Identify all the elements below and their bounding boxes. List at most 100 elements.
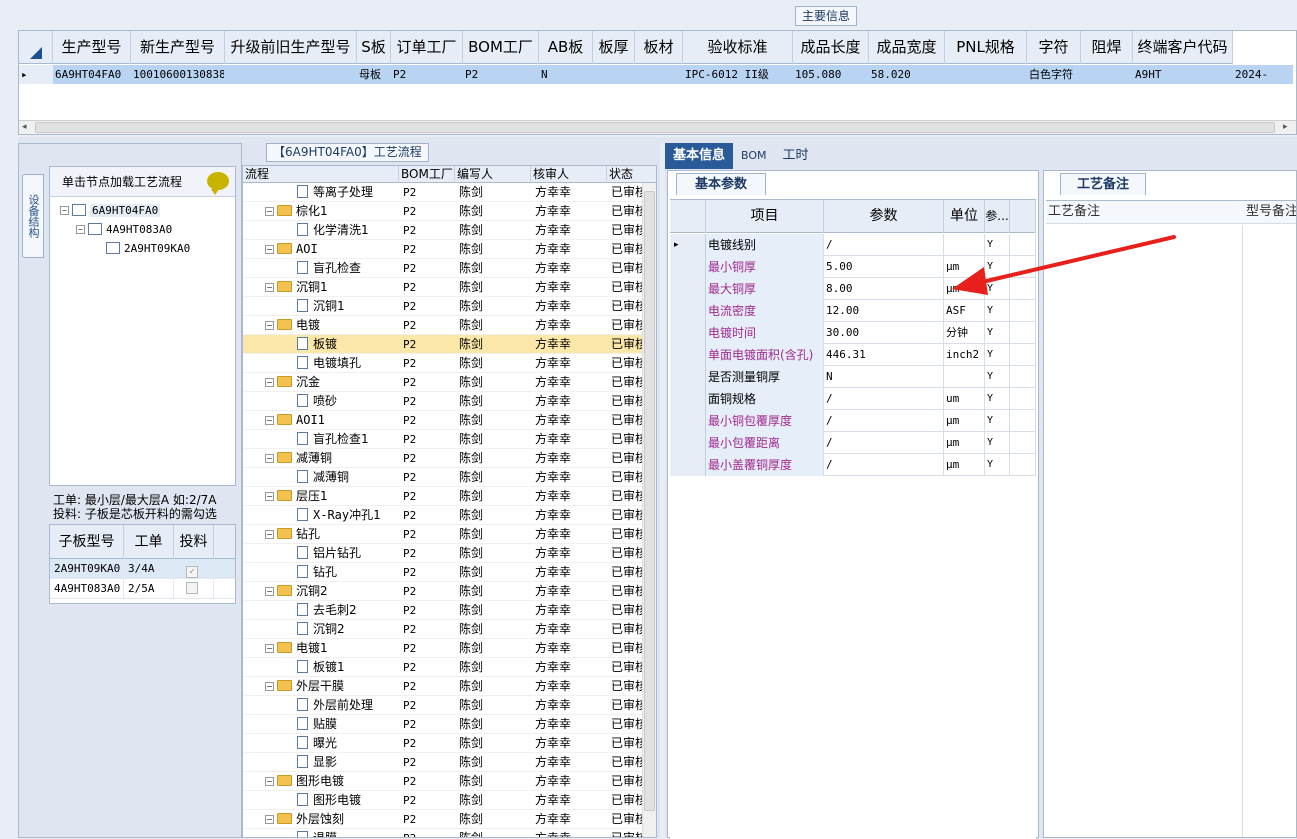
column-header[interactable]: 订单工厂 <box>391 31 463 64</box>
column-header[interactable]: 字符 <box>1027 31 1081 64</box>
collapse-icon[interactable]: − <box>265 245 274 254</box>
column-header[interactable]: S板 <box>357 31 391 64</box>
flow-row[interactable]: − AOI P2 陈剑 方幸幸 已审核 <box>243 240 656 259</box>
vertical-scrollbar[interactable] <box>642 183 656 837</box>
flow-column-header[interactable]: BOM工厂 <box>399 166 455 183</box>
flow-row[interactable]: − 钻孔 P2 陈剑 方幸幸 已审核 <box>243 525 656 544</box>
param-row[interactable]: 面铜规格 / um Y <box>670 388 1036 410</box>
column-header[interactable]: 成品长度 <box>793 31 869 64</box>
flow-row[interactable]: 图形电镀 P2 陈剑 方幸幸 已审核 <box>243 791 656 810</box>
flow-row[interactable]: 盲孔检查 P2 陈剑 方幸幸 已审核 <box>243 259 656 278</box>
flow-row[interactable]: 外层前处理 P2 陈剑 方幸幸 已审核 <box>243 696 656 715</box>
flow-row[interactable]: − 沉铜1 P2 陈剑 方幸幸 已审核 <box>243 278 656 297</box>
param-value[interactable]: / <box>824 234 944 256</box>
vertical-tab-structure[interactable]: 设备结构 <box>22 174 44 258</box>
scrollbar-thumb[interactable] <box>644 191 655 811</box>
param-value[interactable]: 30.00 <box>824 322 944 344</box>
row-cell[interactable] <box>635 65 683 84</box>
collapse-icon[interactable]: − <box>265 378 274 387</box>
collapse-icon[interactable]: − <box>265 416 274 425</box>
flow-row[interactable]: 板镀1 P2 陈剑 方幸幸 已审核 <box>243 658 656 677</box>
param-row[interactable]: 电镀时间 30.00 分钟 Y <box>670 322 1036 344</box>
flow-row[interactable]: 钻孔 P2 陈剑 方幸幸 已审核 <box>243 563 656 582</box>
speech-bubble-icon[interactable] <box>207 172 229 195</box>
flow-row[interactable]: 去毛刺2 P2 陈剑 方幸幸 已审核 <box>243 601 656 620</box>
column-header[interactable]: 板厚 <box>593 31 635 64</box>
flow-row[interactable]: − 沉铜2 P2 陈剑 方幸幸 已审核 <box>243 582 656 601</box>
param-value[interactable]: / <box>824 454 944 476</box>
collapse-icon[interactable]: − <box>265 682 274 691</box>
flow-row[interactable]: 电镀填孔 P2 陈剑 方幸幸 已审核 <box>243 354 656 373</box>
feed-checkbox[interactable] <box>186 582 198 594</box>
flow-row[interactable]: − 电镀1 P2 陈剑 方幸幸 已审核 <box>243 639 656 658</box>
sub-grid-row[interactable]: 2A9HT09KA0 3/4A ✓ <box>50 559 235 579</box>
scroll-left-icon[interactable]: ◂ <box>22 122 32 133</box>
row-cell[interactable]: 2024- <box>1233 65 1293 84</box>
flow-row[interactable]: 减薄铜 P2 陈剑 方幸幸 已审核 <box>243 468 656 487</box>
collapse-icon[interactable]: − <box>265 530 274 539</box>
flow-column-header[interactable]: 流程 <box>243 166 399 183</box>
flow-row[interactable]: 退膜P2陈剑方幸幸已审核 <box>243 829 656 837</box>
column-header[interactable]: 阻焊 <box>1081 31 1133 64</box>
flow-row[interactable]: 沉铜2 P2 陈剑 方幸幸 已审核 <box>243 620 656 639</box>
tab-work-hours[interactable]: 工时 <box>775 143 817 169</box>
param-value[interactable]: / <box>824 432 944 454</box>
flow-row[interactable]: − 层压1 P2 陈剑 方幸幸 已审核 <box>243 487 656 506</box>
collapse-icon[interactable]: − <box>60 206 69 215</box>
tab-basic-params[interactable]: 基本参数 <box>676 173 766 195</box>
row-cell[interactable]: 母板 <box>357 65 391 84</box>
row-cell[interactable]: 58.020 <box>869 65 945 84</box>
collapse-icon[interactable]: − <box>265 644 274 653</box>
scrollbar-thumb[interactable] <box>35 122 1275 133</box>
flow-row[interactable]: 显影 P2 陈剑 方幸幸 已审核 <box>243 753 656 772</box>
scroll-right-icon[interactable]: ▸ <box>1283 122 1293 133</box>
param-row[interactable]: 最小铜包覆厚度 / μm Y <box>670 410 1036 432</box>
flow-row[interactable]: − AOI1 P2 陈剑 方幸幸 已审核 <box>243 411 656 430</box>
horizontal-scrollbar[interactable]: ◂ ▸ <box>19 120 1296 134</box>
tree-node-leaf[interactable]: 2A9HT09KA0 <box>106 241 190 257</box>
flow-row[interactable]: 等离子处理 P2 陈剑 方幸幸 已审核 <box>243 183 656 202</box>
flow-row[interactable]: 板镀 P2 陈剑 方幸幸 已审核 <box>243 335 656 354</box>
main-grid-row[interactable]: ▸ 6A9HT04FA0 10010600130838 母板 P2 P2 N IPC-6012… <box>19 65 1293 84</box>
param-value[interactable]: / <box>824 410 944 432</box>
flow-row[interactable]: 贴膜 P2 陈剑 方幸幸 已审核 <box>243 715 656 734</box>
flow-row[interactable]: − 电镀 P2 陈剑 方幸幸 已审核 <box>243 316 656 335</box>
collapse-icon[interactable]: − <box>76 225 85 234</box>
row-cell[interactable] <box>593 65 635 84</box>
param-value[interactable]: 5.00 <box>824 256 944 278</box>
column-header[interactable]: PNL规格 <box>945 31 1027 64</box>
sub-grid-row[interactable]: 4A9HT083A0 2/5A <box>50 579 235 599</box>
column-header[interactable]: 成品宽度 <box>869 31 945 64</box>
row-cell[interactable] <box>1081 65 1133 84</box>
param-value[interactable]: N <box>824 366 944 388</box>
collapse-icon[interactable]: − <box>265 587 274 596</box>
column-header[interactable]: 升级前旧生产型号 <box>225 31 357 64</box>
flow-row[interactable]: 沉铜1 P2 陈剑 方幸幸 已审核 <box>243 297 656 316</box>
row-cell[interactable] <box>945 65 1027 84</box>
column-header[interactable]: 板材 <box>635 31 683 64</box>
row-cell[interactable]: 6A9HT04FA0 <box>53 65 131 84</box>
column-header[interactable]: AB板 <box>539 31 593 64</box>
tab-basic-info[interactable]: 基本信息 <box>665 143 734 169</box>
column-header[interactable]: BOM工厂 <box>463 31 539 64</box>
flow-row[interactable]: − 图形电镀 P2 陈剑 方幸幸 已审核 <box>243 772 656 791</box>
flow-column-header[interactable]: 编写人 <box>455 166 531 183</box>
collapse-icon[interactable]: − <box>265 454 274 463</box>
tab-bom[interactable]: BOM <box>733 143 775 169</box>
param-value[interactable]: 8.00 <box>824 278 944 300</box>
column-header[interactable]: 新生产型号 <box>131 31 225 64</box>
row-cell[interactable]: 105.080 <box>793 65 869 84</box>
flow-row[interactable]: 铝片钻孔 P2 陈剑 方幸幸 已审核 <box>243 544 656 563</box>
row-cell[interactable]: N <box>539 65 593 84</box>
feed-checkbox[interactable]: ✓ <box>186 566 198 578</box>
flow-row[interactable]: 喷砂 P2 陈剑 方幸幸 已审核 <box>243 392 656 411</box>
collapse-icon[interactable]: − <box>265 492 274 501</box>
flow-row[interactable]: − 外层蚀刻 P2 陈剑 方幸幸 已审核 <box>243 810 656 829</box>
collapse-icon[interactable]: − <box>265 815 274 824</box>
row-cell[interactable]: A9HT <box>1133 65 1233 84</box>
flow-row[interactable]: − 沉金 P2 陈剑 方幸幸 已审核 <box>243 373 656 392</box>
param-value[interactable]: 12.00 <box>824 300 944 322</box>
collapse-icon[interactable]: − <box>265 777 274 786</box>
flow-row[interactable]: − 棕化1 P2 陈剑 方幸幸 已审核 <box>243 202 656 221</box>
row-cell[interactable]: IPC-6012 II级 <box>683 65 793 84</box>
